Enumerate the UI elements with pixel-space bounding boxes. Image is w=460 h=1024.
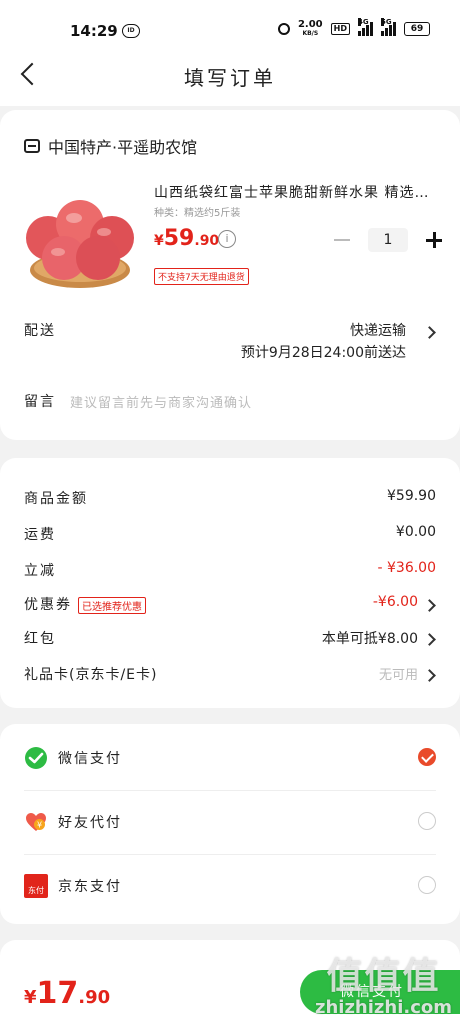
total-price: ¥17.90 [24,976,110,1011]
divider [24,790,436,791]
chevron-right-icon[interactable] [423,633,436,646]
radio-unselected-icon[interactable] [418,876,436,894]
coupon-label: 优惠券 [24,597,72,613]
network-speed: 2.00 KB/S [298,20,323,38]
goods-amount-value: ¥59.90 [387,488,436,504]
quantity-input[interactable]: 1 [368,228,408,252]
gift-card-label: 礼品卡(京东卡/E卡) [24,667,158,683]
payment-methods-card: 微信支付 ¥ 好友代付 东付 京东支付 [0,724,460,924]
alarm-icon [277,23,290,35]
net-4g-label: 4G [358,18,369,26]
coupon-row[interactable]: 优惠券 已选推荐优惠 -¥6.00 [24,594,436,618]
red-packet-row[interactable]: 红包 本单可抵¥8.00 [24,628,436,652]
svg-text:¥: ¥ [37,821,42,830]
delivery-eta: 预计9月28日24:00前送达 [240,345,406,361]
quantity-stepper: 1 [334,228,442,252]
checkout-bar: ¥17.90 微信支付 值值值 zhizhizhi.com [0,956,460,1024]
product-spec: 种类：精选约5斤装 [154,208,241,219]
payment-label: 好友代付 [58,815,122,831]
watermark-logo: 值值值 [326,956,441,997]
signal-5g-icon: 5G [381,18,396,36]
watermark: 值值值 zhizhizhi.com [314,956,452,1019]
speed-unit: KB/S [302,30,319,37]
radio-selected-icon[interactable] [418,748,436,766]
hd-icon: HD [330,23,350,35]
return-policy-badge: 不支持7天无理由退货 [154,268,249,285]
info-icon[interactable]: i [218,230,236,248]
payment-label: 京东支付 [58,879,122,895]
instant-discount-label: 立减 [24,563,56,579]
price-summary-card: 商品金额 ¥59.90 运费 ¥0.00 立减 - ¥36.00 优惠券 已选推荐… [0,458,460,708]
price-currency: ¥ [154,233,164,249]
delivery-label: 配送 [24,323,56,339]
order-item-card: 中国特产·平遥助农馆 山西纸袋红富士苹果脆甜新鲜水果 精选约5斤装 种类：精选约… [0,110,460,440]
instant-discount-row: 立减 - ¥36.00 [24,560,436,584]
status-icons: 2.00 KB/S HD 4G 5G 69 [277,18,430,38]
signal-4g-icon: 4G [358,18,373,36]
red-packet-label: 红包 [24,631,56,647]
payment-option-friend[interactable]: ¥ 好友代付 [24,802,436,842]
gift-card-row[interactable]: 礼品卡(京东卡/E卡) 无可用 [24,664,436,688]
instant-discount-value: - ¥36.00 [377,560,437,576]
plus-icon[interactable] [426,232,442,248]
delivery-method[interactable]: 快递运输 [350,320,406,340]
status-time: 14:29 [70,22,118,40]
chevron-right-icon[interactable] [423,599,436,612]
payment-label: 微信支付 [58,751,122,767]
wechat-pay-icon [25,747,47,769]
watermark-url: zhizhizhi.com [314,997,452,1018]
shipping-row: 运费 ¥0.00 [24,524,436,548]
coupon-tag: 已选推荐优惠 [78,596,146,614]
jd-pay-icon-text: 东付 [28,886,44,895]
nav-bar: 填写订单 [0,52,460,106]
status-bar: 14:29 ID 2.00 KB/S HD 4G 5G 69 [0,0,460,52]
gift-card-value: 无可用 [378,668,418,683]
net-5g-label: 5G [381,18,392,26]
divider [24,854,436,855]
page-title: 填写订单 [184,66,276,90]
coupon-label-group: 优惠券 已选推荐优惠 [24,594,146,614]
friend-pay-icon: ¥ [26,813,46,831]
red-packet-value: 本单可抵¥8.00 [321,631,418,647]
goods-amount-label: 商品金额 [24,491,88,507]
payment-option-wechat[interactable]: 微信支付 [24,738,436,778]
shop-header[interactable]: 中国特产·平遥助农馆 [24,134,197,158]
shop-name: 中国特产·平遥助农馆 [48,138,198,157]
total-integer: 17 [36,976,79,1011]
total-decimal: .90 [78,987,111,1008]
speed-value: 2.00 [297,19,323,30]
product-price: ¥59.90 [154,226,219,251]
radio-unselected-icon[interactable] [418,812,436,830]
goods-amount-row: 商品金额 ¥59.90 [24,488,436,512]
shipping-label: 运费 [24,527,56,543]
battery-icon: 69 [404,22,430,36]
shipping-value: ¥0.00 [395,524,436,540]
price-integer: 59 [163,226,195,251]
total-currency: ¥ [24,987,37,1008]
product-title[interactable]: 山西纸袋红富士苹果脆甜新鲜水果 精选约5斤装 [154,182,434,202]
shop-icon [24,139,40,153]
payment-option-jd[interactable]: 东付 京东支付 [24,866,436,906]
chevron-right-icon[interactable] [423,326,436,339]
note-input[interactable]: 建议留言前先与商家沟通确认 [70,392,252,411]
coupon-value: -¥6.00 [372,594,418,610]
price-decimal: .90 [194,233,220,249]
chevron-right-icon[interactable] [423,669,436,682]
product-image[interactable] [24,180,136,292]
note-label: 留言 [24,394,56,410]
jd-pay-icon: 东付 [24,874,48,898]
minus-icon[interactable] [334,239,350,241]
id-badge-icon: ID [122,24,140,38]
